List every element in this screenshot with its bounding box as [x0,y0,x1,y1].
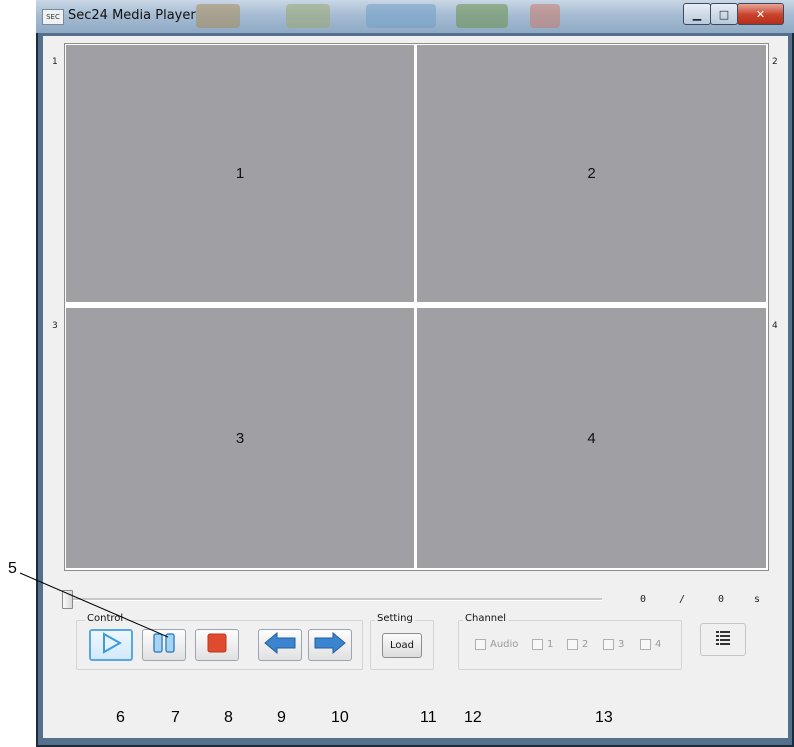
callout-label: 10 [331,709,349,726]
callout-label: 7 [171,709,180,726]
callout-label: 6 [116,709,125,726]
callout-label: 11 [420,709,437,726]
callout-label: 9 [277,709,286,726]
callout-label: 8 [224,709,233,726]
callout-label: 12 [464,709,482,726]
callout-leader-line [19,572,169,638]
callout-label: 13 [595,709,613,726]
